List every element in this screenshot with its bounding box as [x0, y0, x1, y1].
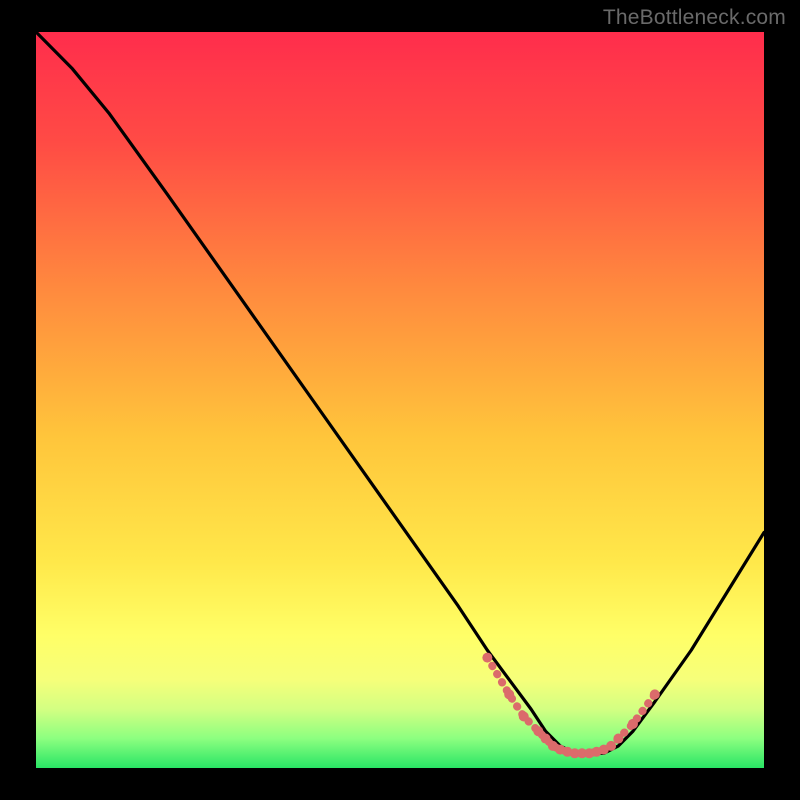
- bottom-dot: [504, 689, 514, 699]
- bottom-dot: [533, 726, 543, 736]
- bottom-dot: [519, 711, 529, 721]
- chart-svg: [36, 32, 764, 768]
- bottom-dot: [606, 741, 616, 751]
- chart-container: TheBottleneck.com: [0, 0, 800, 800]
- bottom-dot: [541, 734, 551, 744]
- bottom-dot: [482, 653, 492, 663]
- gradient-background: [36, 32, 764, 768]
- bottom-dot: [628, 719, 638, 729]
- bottom-dot: [613, 734, 623, 744]
- plot-area: [36, 32, 764, 768]
- watermark-label: TheBottleneck.com: [603, 6, 786, 30]
- bottom-dot: [650, 689, 660, 699]
